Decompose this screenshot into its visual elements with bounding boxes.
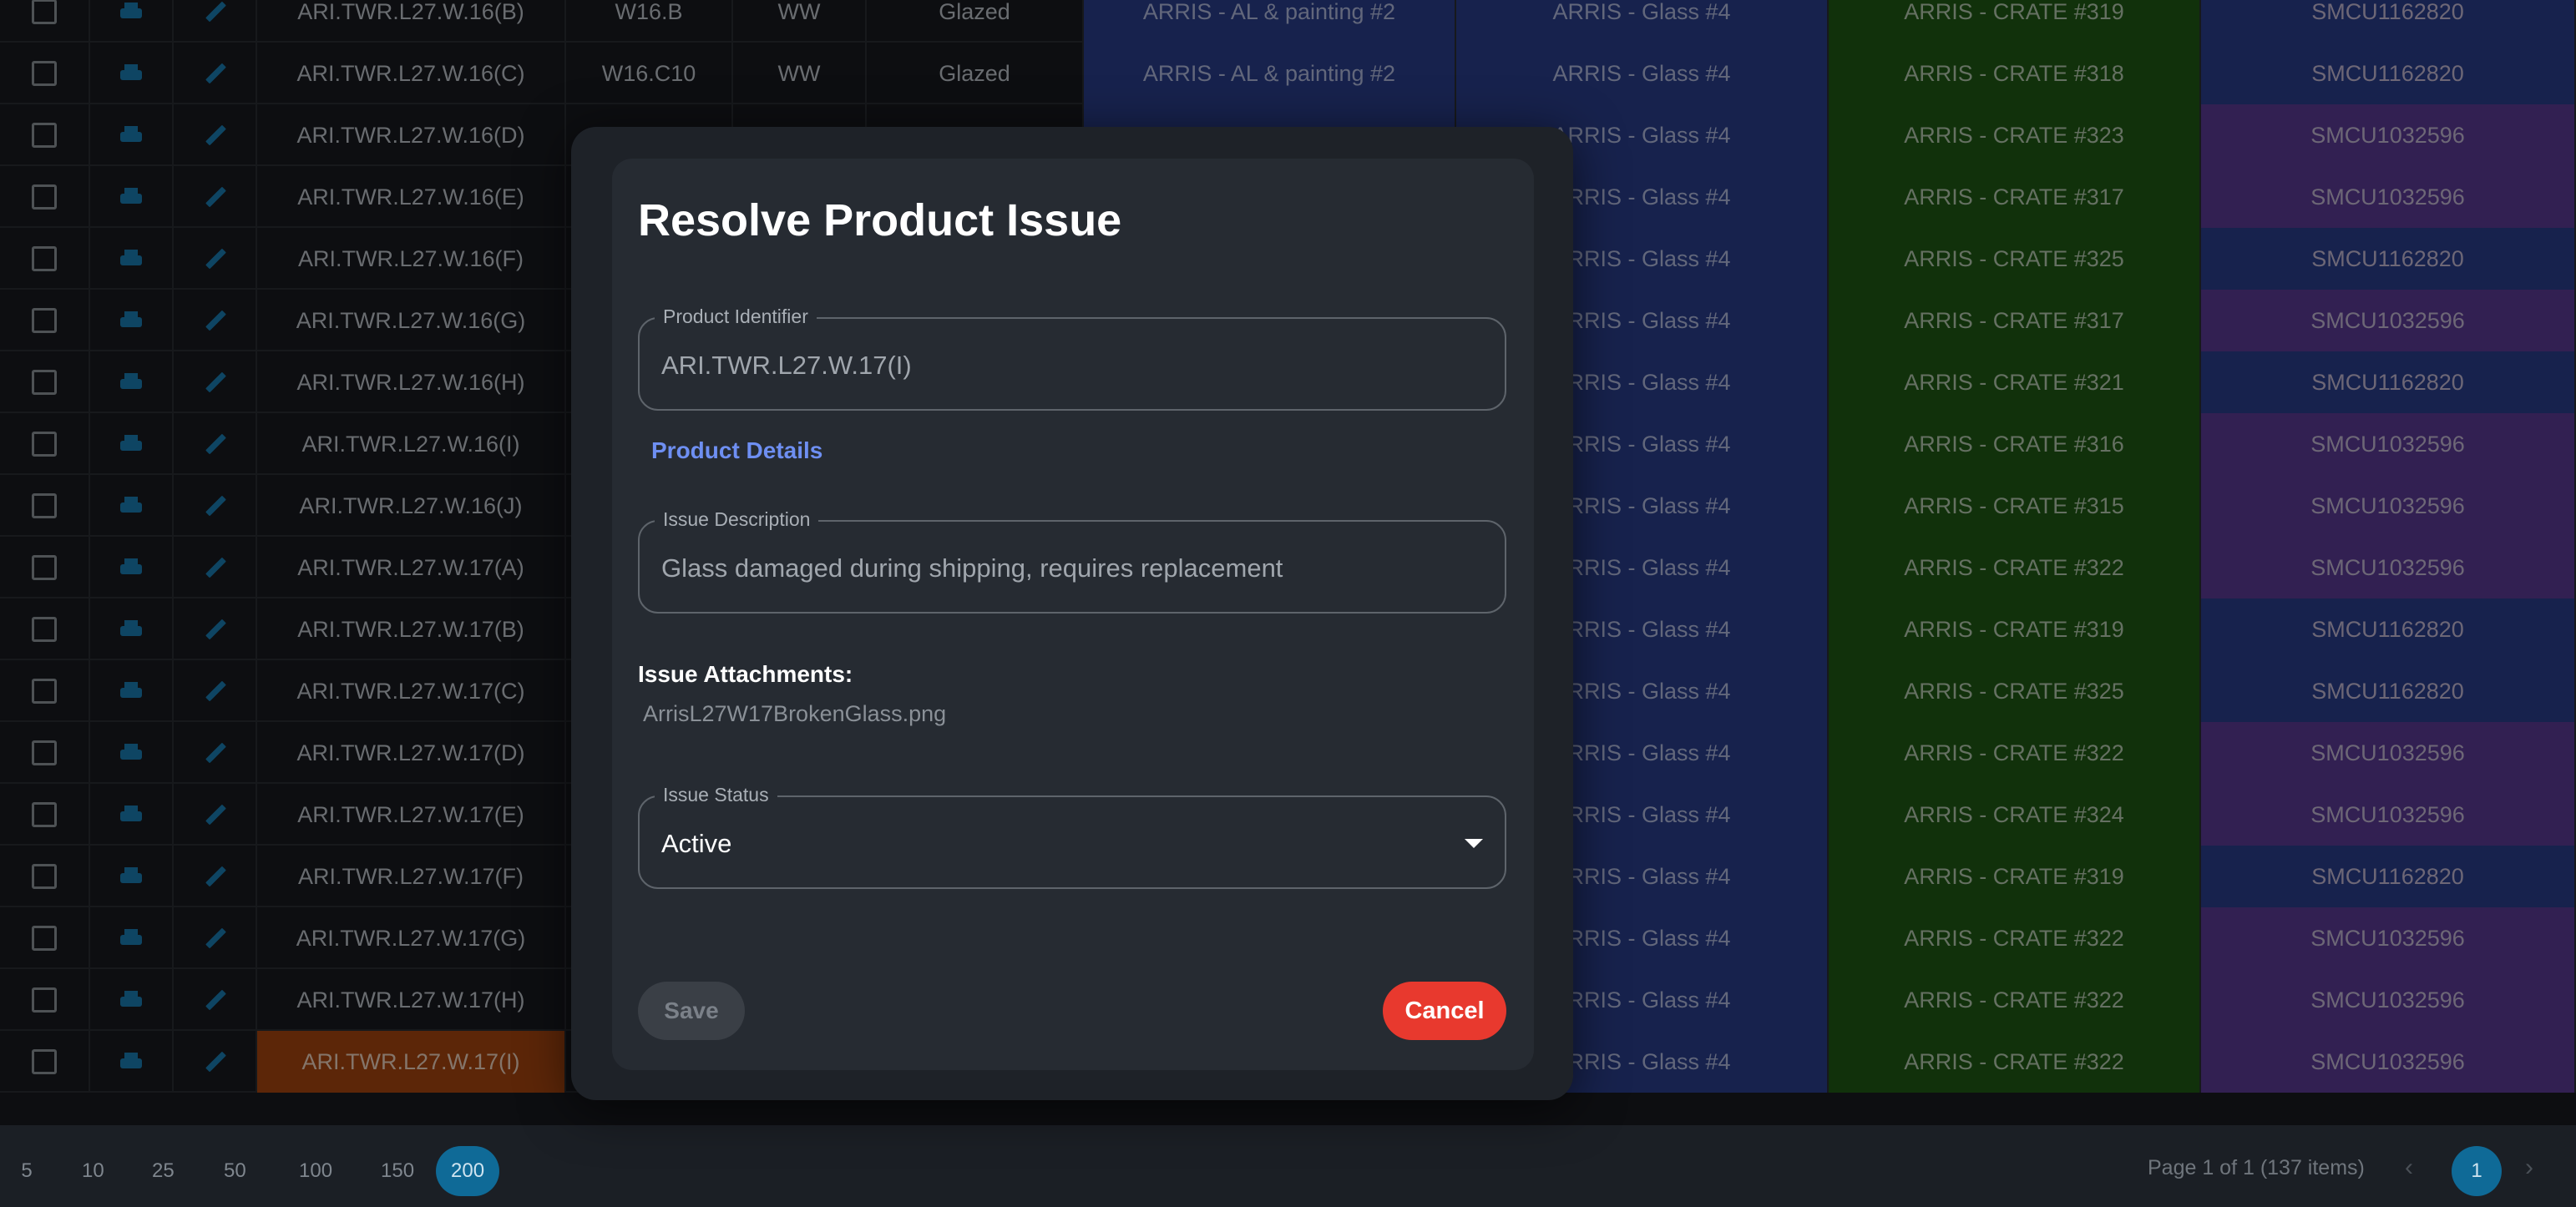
attachments-label: Issue Attachments: xyxy=(638,661,853,687)
pagination-footer: 5 10 25 50 100 150 200 Page 1 of 1 (137 items)… xyxy=(0,1125,2576,1207)
save-button[interactable]: Save xyxy=(638,982,745,1040)
issue-status-label: Issue Status xyxy=(655,784,777,806)
page-size-option[interactable]: 50 xyxy=(209,1146,261,1196)
resolve-issue-dialog xyxy=(612,159,1534,1070)
issue-description-label: Issue Description xyxy=(655,508,819,531)
issue-description-field[interactable]: Issue Description Glass damaged during s… xyxy=(638,508,1506,614)
issue-description-value: Glass damaged during shipping, requires … xyxy=(661,553,1283,583)
cancel-button[interactable]: Cancel xyxy=(1383,982,1506,1040)
page-size-option[interactable]: 5 xyxy=(2,1146,52,1196)
page-size-option[interactable]: 100 xyxy=(284,1146,347,1196)
dialog-title: Resolve Product Issue xyxy=(638,195,1122,245)
page-size-option[interactable]: 25 xyxy=(137,1146,190,1196)
product-identifier-value: ARI.TWR.L27.W.17(I) xyxy=(661,351,912,380)
caret-down-icon[interactable] xyxy=(1465,839,1483,848)
page-button-1[interactable]: 1 xyxy=(2452,1146,2502,1196)
page-info: Page 1 of 1 (137 items) xyxy=(2148,1156,2365,1179)
product-details-link[interactable]: Product Details xyxy=(651,437,822,464)
page-size-option[interactable]: 200 xyxy=(436,1146,500,1196)
product-identifier-label: Product Identifier xyxy=(655,306,817,328)
product-identifier-field[interactable]: Product Identifier ARI.TWR.L27.W.17(I) xyxy=(638,306,1506,411)
page-size-option[interactable]: 150 xyxy=(366,1146,429,1196)
page-size-option[interactable]: 10 xyxy=(67,1146,119,1196)
issue-status-select[interactable]: Issue Status Active xyxy=(638,784,1506,889)
attachment-file-link[interactable]: ArrisL27W17BrokenGlass.png xyxy=(643,701,946,727)
chevron-right-icon[interactable]: › xyxy=(2525,1154,2533,1182)
issue-status-value: Active xyxy=(661,829,732,858)
chevron-left-icon[interactable]: ‹ xyxy=(2405,1154,2413,1182)
